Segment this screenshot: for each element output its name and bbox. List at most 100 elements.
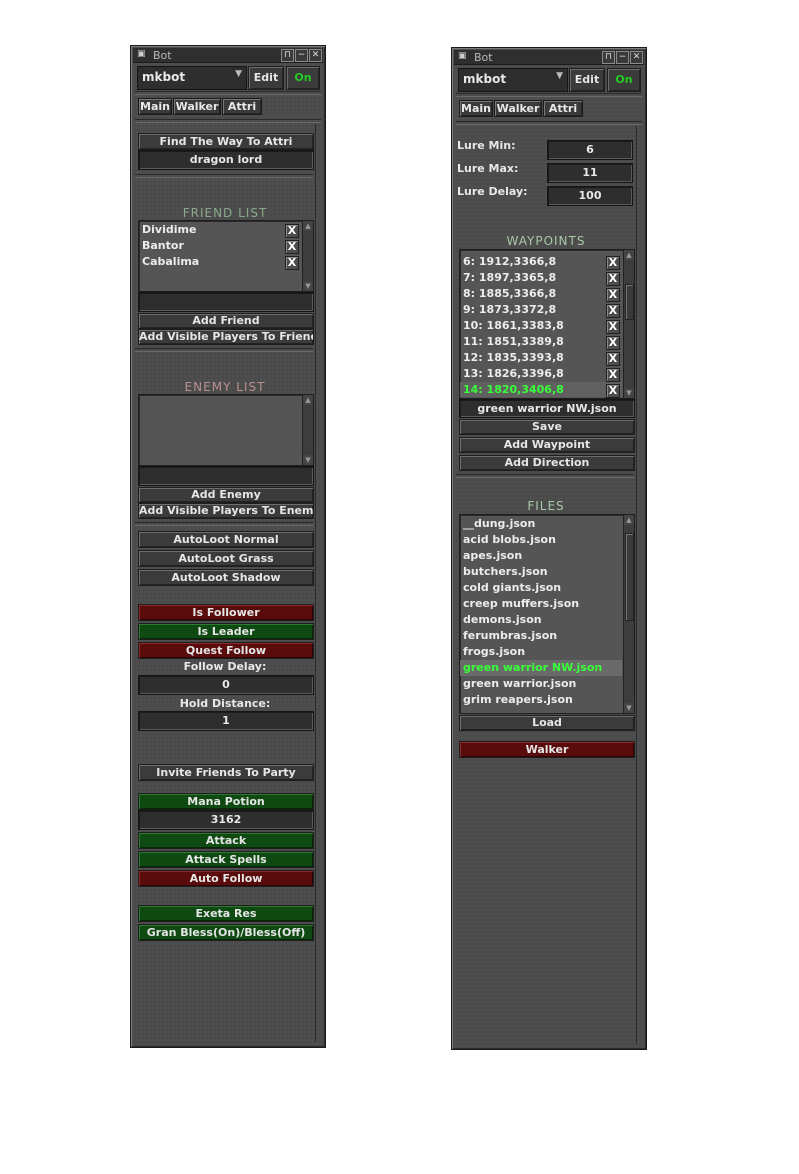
remove-waypoint-button[interactable]: X xyxy=(606,384,620,398)
remove-waypoint-button[interactable]: X xyxy=(606,368,620,382)
gran-bless-button[interactable]: Gran Bless(On)/Bless(Off) xyxy=(138,924,314,941)
invite-friends-button[interactable]: Invite Friends To Party xyxy=(138,764,314,781)
tab-main[interactable]: Main xyxy=(138,98,172,115)
file-item[interactable]: apes.json xyxy=(463,549,522,562)
friend-name-input[interactable] xyxy=(138,292,314,312)
file-item[interactable]: green warrior.json xyxy=(463,677,576,690)
is-leader-button[interactable]: Is Leader xyxy=(138,623,314,640)
edit-button[interactable]: Edit xyxy=(248,66,284,90)
remove-waypoint-button[interactable]: X xyxy=(606,336,620,350)
lock-icon[interactable]: ⊓ xyxy=(602,51,615,64)
on-button[interactable]: On xyxy=(286,66,320,90)
scroll-thumb[interactable] xyxy=(625,533,634,621)
edit-button[interactable]: Edit xyxy=(569,68,605,92)
auto-follow-button[interactable]: Auto Follow xyxy=(138,870,314,887)
scroll-up-icon[interactable]: ▲ xyxy=(303,395,313,405)
target-field[interactable]: dragon lord xyxy=(138,150,314,170)
add-enemy-button[interactable]: Add Enemy xyxy=(138,487,314,503)
window-scrollbar[interactable] xyxy=(315,124,324,1042)
add-waypoint-button[interactable]: Add Waypoint xyxy=(459,437,635,453)
scroll-up-icon[interactable]: ▲ xyxy=(303,221,313,231)
walker-toggle-button[interactable]: Walker xyxy=(459,741,635,758)
waypoint-item[interactable]: 9: 1873,3372,8 xyxy=(463,303,556,316)
friend-item[interactable]: Cabalima xyxy=(142,255,199,268)
current-file-field[interactable]: green warrior NW.json xyxy=(459,399,635,418)
friend-item[interactable]: Bantor xyxy=(142,239,184,252)
hold-distance-field[interactable]: 1 xyxy=(138,711,314,731)
tab-walker[interactable]: Walker xyxy=(173,98,221,115)
scroll-down-icon[interactable]: ▼ xyxy=(303,281,313,291)
file-item[interactable]: ferumbras.json xyxy=(463,629,557,642)
on-button[interactable]: On xyxy=(607,68,641,92)
minimize-icon[interactable]: − xyxy=(295,49,308,62)
remove-friend-button[interactable]: X xyxy=(285,224,299,238)
window-scrollbar[interactable] xyxy=(636,126,645,1044)
add-friend-button[interactable]: Add Friend xyxy=(138,313,314,329)
remove-waypoint-button[interactable]: X xyxy=(606,320,620,334)
waypoint-list-scrollbar[interactable]: ▲ ▼ xyxy=(623,250,634,398)
lure-delay-field[interactable]: 100 xyxy=(547,186,633,206)
waypoint-item-active[interactable]: 14: 1820,3406,8 xyxy=(463,383,564,396)
add-visible-friends-button[interactable]: Add Visible Players To Friends xyxy=(138,329,314,345)
remove-waypoint-button[interactable]: X xyxy=(606,304,620,318)
remove-waypoint-button[interactable]: X xyxy=(606,272,620,286)
exeta-res-button[interactable]: Exeta Res xyxy=(138,905,314,922)
lure-max-field[interactable]: 11 xyxy=(547,163,633,183)
remove-waypoint-button[interactable]: X xyxy=(606,288,620,302)
waypoint-item[interactable]: 7: 1897,3365,8 xyxy=(463,271,556,284)
title-bar[interactable]: ▣ Bot ⊓ − ✕ xyxy=(133,48,323,63)
remove-waypoint-button[interactable]: X xyxy=(606,256,620,270)
attack-button[interactable]: Attack xyxy=(138,832,314,849)
enemy-list-scrollbar[interactable]: ▲ ▼ xyxy=(302,395,313,465)
enemy-name-input[interactable] xyxy=(138,466,314,486)
file-item[interactable]: butchers.json xyxy=(463,565,548,578)
mana-potion-button[interactable]: Mana Potion xyxy=(138,793,314,810)
add-visible-enemies-button[interactable]: Add Visible Players To Enemies xyxy=(138,503,314,519)
mana-potion-field[interactable]: 3162 xyxy=(138,810,314,830)
remove-waypoint-button[interactable]: X xyxy=(606,352,620,366)
autoloot-grass-button[interactable]: AutoLoot Grass xyxy=(138,550,314,567)
close-icon[interactable]: ✕ xyxy=(309,49,322,62)
scroll-down-icon[interactable]: ▼ xyxy=(624,388,634,398)
profile-select[interactable]: mkbot ▼ xyxy=(137,66,247,90)
is-follower-button[interactable]: Is Follower xyxy=(138,604,314,621)
autoloot-normal-button[interactable]: AutoLoot Normal xyxy=(138,531,314,548)
title-bar[interactable]: ▣ Bot ⊓ − ✕ xyxy=(454,50,644,65)
profile-select[interactable]: mkbot ▼ xyxy=(458,68,568,92)
waypoint-item[interactable]: 13: 1826,3396,8 xyxy=(463,367,564,380)
add-direction-button[interactable]: Add Direction xyxy=(459,455,635,471)
scroll-up-icon[interactable]: ▲ xyxy=(624,250,634,260)
waypoint-item[interactable]: 8: 1885,3366,8 xyxy=(463,287,556,300)
waypoint-item[interactable]: 10: 1861,3383,8 xyxy=(463,319,564,332)
load-button[interactable]: Load xyxy=(459,715,635,731)
attack-spells-button[interactable]: Attack Spells xyxy=(138,851,314,868)
file-item[interactable]: acid blobs.json xyxy=(463,533,556,546)
lure-min-field[interactable]: 6 xyxy=(547,140,633,160)
scroll-up-icon[interactable]: ▲ xyxy=(624,515,634,525)
file-list-scrollbar[interactable]: ▲ ▼ xyxy=(623,515,634,713)
scroll-down-icon[interactable]: ▼ xyxy=(303,455,313,465)
find-way-button[interactable]: Find The Way To Attri xyxy=(138,133,314,150)
waypoint-item[interactable]: 12: 1835,3393,8 xyxy=(463,351,564,364)
close-icon[interactable]: ✕ xyxy=(630,51,643,64)
quest-follow-button[interactable]: Quest Follow xyxy=(138,642,314,659)
friend-list-scrollbar[interactable]: ▲ ▼ xyxy=(302,221,313,291)
minimize-icon[interactable]: − xyxy=(616,51,629,64)
scroll-down-icon[interactable]: ▼ xyxy=(624,703,634,713)
file-item[interactable]: grim reapers.json xyxy=(463,693,573,706)
tab-attri[interactable]: Attri xyxy=(543,100,583,117)
tab-attri[interactable]: Attri xyxy=(222,98,262,115)
friend-item[interactable]: Dividime xyxy=(142,223,196,236)
autoloot-shadow-button[interactable]: AutoLoot Shadow xyxy=(138,569,314,586)
file-item[interactable]: __dung.json xyxy=(463,517,535,530)
tab-walker[interactable]: Walker xyxy=(494,100,542,117)
file-item[interactable]: demons.json xyxy=(463,613,542,626)
scroll-thumb[interactable] xyxy=(625,284,634,320)
file-item[interactable]: frogs.json xyxy=(463,645,525,658)
follow-delay-field[interactable]: 0 xyxy=(138,675,314,695)
save-button[interactable]: Save xyxy=(459,419,635,435)
remove-friend-button[interactable]: X xyxy=(285,240,299,254)
lock-icon[interactable]: ⊓ xyxy=(281,49,294,62)
waypoint-item[interactable]: 11: 1851,3389,8 xyxy=(463,335,564,348)
file-item[interactable]: creep muffers.json xyxy=(463,597,579,610)
